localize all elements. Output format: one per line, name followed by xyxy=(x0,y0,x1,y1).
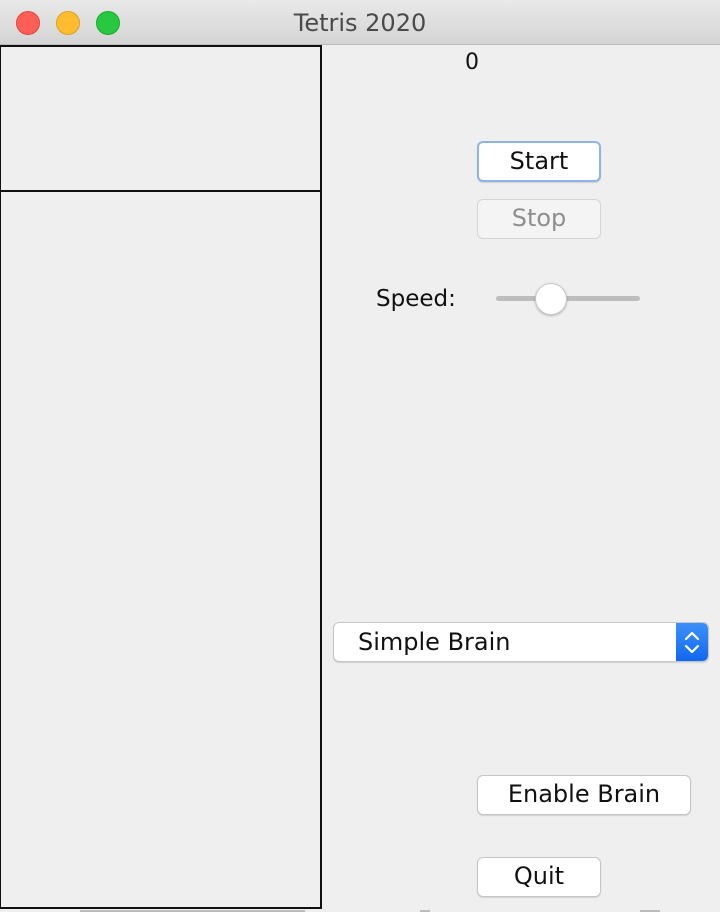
score-display: 0 xyxy=(465,50,479,75)
speed-slider-thumb[interactable] xyxy=(534,283,567,315)
title-bar[interactable]: Tetris 2020 xyxy=(0,0,720,45)
enable-brain-button[interactable]: Enable Brain xyxy=(477,775,691,815)
brain-select[interactable]: Simple Brain xyxy=(333,622,709,662)
speed-slider-track[interactable] xyxy=(496,296,640,301)
speed-label: Speed: xyxy=(376,286,456,312)
quit-button[interactable]: Quit xyxy=(477,857,601,897)
window-title: Tetris 2020 xyxy=(293,9,427,37)
next-piece-preview xyxy=(0,45,322,192)
select-arrows-icon[interactable] xyxy=(676,623,708,661)
game-board xyxy=(0,190,322,909)
bottom-edge-marks xyxy=(80,910,660,912)
brain-select-value: Simple Brain xyxy=(358,628,511,656)
tetris-window: Tetris 2020 0 Start Stop Speed: Simple B… xyxy=(0,0,720,912)
start-button[interactable]: Start xyxy=(477,141,601,182)
stop-button[interactable]: Stop xyxy=(477,199,601,239)
